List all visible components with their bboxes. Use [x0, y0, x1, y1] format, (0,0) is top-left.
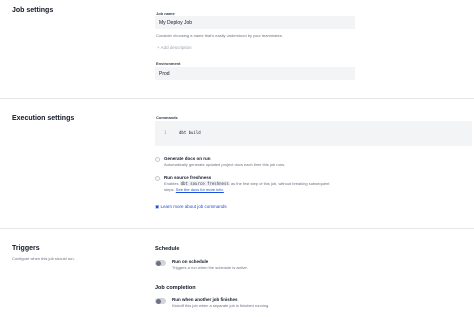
commands-label: Commands [156, 115, 178, 120]
source-freshness-desc-line2: steps. See the docs for more info. [164, 187, 224, 193]
completion-heading: Job completion [155, 285, 196, 291]
environment-value: Prod [159, 70, 170, 77]
freshness-desc-part3: steps. [164, 187, 175, 192]
generate-docs-checkbox[interactable] [155, 157, 160, 162]
freshness-docs-link[interactable]: See the docs for more info. [176, 187, 224, 192]
schedule-heading: Schedule [155, 246, 180, 252]
generate-docs-title: Generate docs on run [164, 156, 211, 161]
environment-label: Environment [156, 61, 181, 66]
environment-select[interactable]: Prod [155, 67, 355, 80]
toggle-knob [155, 260, 161, 266]
line-number: 1 [164, 130, 167, 135]
freshness-code: dbt source freshness [179, 181, 230, 186]
completion-toggle[interactable] [155, 298, 166, 304]
job-settings-title: Job settings [12, 7, 54, 14]
toggle-knob [155, 298, 161, 304]
source-freshness-checkbox[interactable] [155, 176, 160, 181]
execution-settings-title: Execution settings [12, 115, 75, 122]
job-name-value: My Deploy Job [159, 19, 193, 26]
add-description-button[interactable]: + Add description [157, 45, 192, 50]
learn-more-label: Learn more about job commands [160, 204, 227, 209]
triggers-help: Configure when this job should run. [12, 256, 75, 261]
schedule-title: Run on schedule [172, 259, 209, 264]
book-icon: ▣ [155, 204, 160, 209]
generate-docs-desc: Automatically generate updated project d… [164, 162, 286, 167]
job-name-input[interactable]: My Deploy Job [155, 16, 355, 29]
add-description-label: Add description [160, 45, 192, 50]
section-divider [0, 98, 474, 99]
schedule-desc: Triggers a run when the schedule is acti… [172, 265, 248, 270]
schedule-toggle[interactable] [155, 260, 166, 266]
completion-title: Run when another job finishes [172, 297, 238, 302]
learn-more-link[interactable]: ▣ Learn more about job commands [155, 204, 227, 210]
triggers-title: Triggers [12, 245, 40, 252]
section-divider [0, 228, 474, 229]
command-text: dbt build [179, 130, 201, 135]
commands-editor[interactable]: 1 dbt build [155, 121, 472, 146]
plus-icon: + [157, 45, 160, 50]
job-name-help: Consider choosing a name that's easily u… [156, 33, 283, 38]
completion-desc: Kickoff this job when a separate job is … [172, 303, 270, 308]
source-freshness-title: Run source freshness [164, 175, 212, 180]
freshness-desc-part1: Enables [164, 181, 179, 186]
freshness-desc-part2: as the first step of this job, without b… [230, 181, 330, 186]
